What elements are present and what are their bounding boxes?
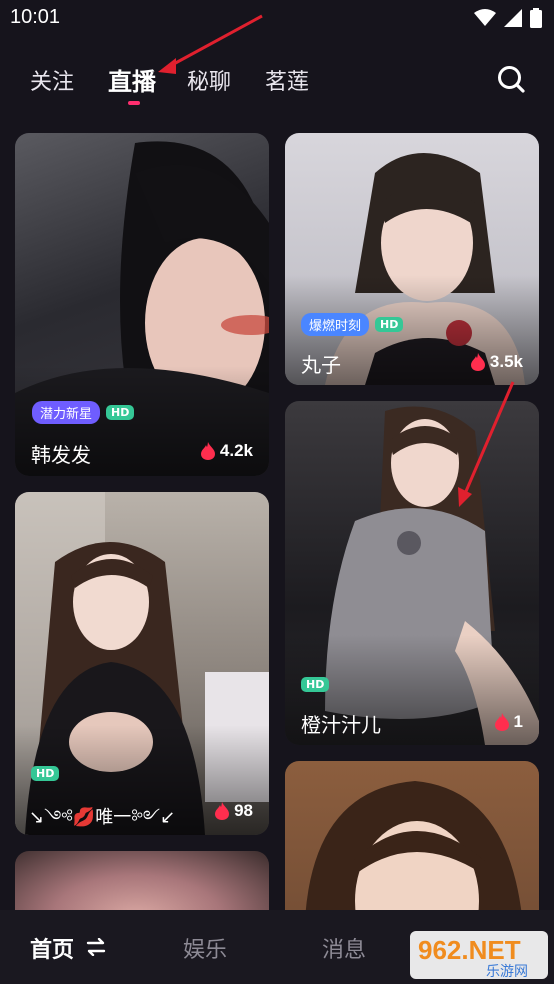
watermark-brand: 962.NET [418, 935, 521, 965]
hd-badge: HD [301, 677, 330, 692]
live-card[interactable]: HD 橙汁汁儿 1 [285, 401, 539, 745]
nav-messages[interactable]: 消息 [322, 932, 366, 964]
wifi-icon [474, 9, 496, 26]
status-bar: 10:01 [0, 0, 554, 40]
flame-icon [494, 713, 509, 731]
tab-private-chat[interactable]: 秘聊 [187, 64, 231, 96]
hd-badge: HD [106, 405, 135, 420]
watermark-sub: 乐游网 [486, 964, 528, 980]
flame-icon [200, 442, 215, 460]
streamer-name: ↘༺💋唯一༻↙ [29, 807, 176, 828]
switch-icon[interactable] [86, 938, 106, 956]
badge-row: HD [31, 766, 60, 781]
top-tabs: 关注 直播 秘聊 茗莲 [0, 60, 554, 110]
live-card[interactable]: 爆燃时刻 HD 丸子 3.5k [285, 133, 539, 385]
streamer-name: 橙汁汁儿 [301, 713, 381, 737]
nav-entertainment[interactable]: 娱乐 [183, 932, 227, 964]
streamer-name: 韩发发 [31, 443, 91, 467]
tag-badge: 爆燃时刻 [301, 313, 370, 336]
heat-value: 98 [234, 801, 253, 820]
tab-minglian[interactable]: 茗莲 [265, 64, 309, 96]
heat-value: 1 [513, 712, 523, 731]
signal-icon [504, 9, 522, 27]
streamer-name: 丸子 [301, 353, 341, 377]
hd-badge: HD [31, 766, 60, 781]
flame-icon [470, 353, 485, 371]
status-time: 10:01 [10, 6, 61, 28]
heat-value: 4.2k [219, 441, 253, 460]
flame-icon [215, 802, 230, 820]
battery-icon [530, 8, 542, 28]
heat-count: 1 [494, 712, 523, 732]
heat-count: 3.5k [470, 352, 523, 372]
status-icons [474, 8, 542, 28]
live-card[interactable]: HD ↘༺💋唯一༻↙ 98 [15, 492, 269, 835]
live-card[interactable]: 潜力新星 HD 韩发发 4.2k [15, 133, 269, 476]
badge-row: 潜力新星 HD [32, 401, 135, 424]
tab-live[interactable]: 直播 [108, 62, 156, 97]
badge-row: 爆燃时刻 HD [301, 313, 404, 336]
hd-badge: HD [375, 317, 404, 332]
tag-badge: 潜力新星 [32, 401, 101, 424]
active-tab-indicator [128, 101, 140, 105]
nav-home[interactable]: 首页 [30, 932, 74, 964]
heat-value: 3.5k [489, 352, 523, 371]
heat-count: 98 [215, 801, 253, 821]
badge-row: HD [301, 677, 330, 692]
search-icon[interactable] [496, 64, 526, 94]
heat-count: 4.2k [200, 441, 253, 461]
site-watermark-logo: 962.NET 乐游网 [410, 931, 548, 980]
tab-follow[interactable]: 关注 [30, 64, 74, 96]
